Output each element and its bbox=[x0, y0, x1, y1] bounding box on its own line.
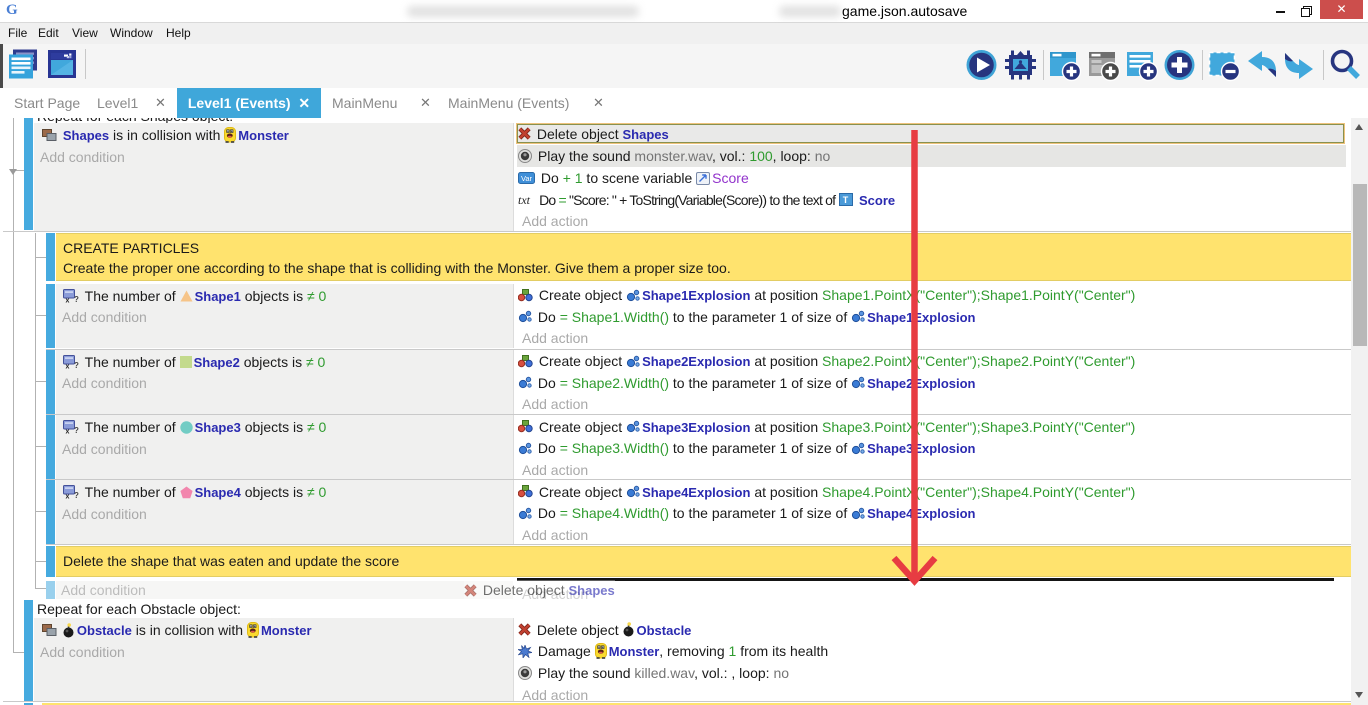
svg-text:x: x bbox=[66, 429, 70, 435]
svg-text:?: ? bbox=[74, 361, 79, 369]
svg-text:?: ? bbox=[74, 491, 79, 499]
svg-text:txt: txt bbox=[518, 193, 531, 206]
svg-text:x: x bbox=[66, 363, 70, 369]
svg-text:x: x bbox=[66, 297, 70, 303]
svg-text:x: x bbox=[66, 494, 70, 500]
svg-text:T: T bbox=[843, 195, 849, 205]
svg-text:Var: Var bbox=[521, 174, 533, 183]
svg-text:?: ? bbox=[74, 426, 79, 434]
svg-text:?: ? bbox=[74, 295, 79, 303]
